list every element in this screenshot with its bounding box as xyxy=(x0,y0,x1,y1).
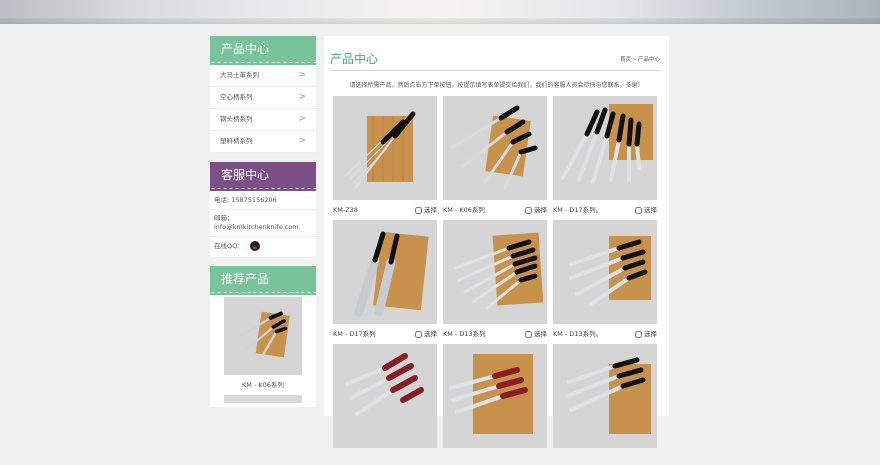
product-name[interactable]: KM - K06系列 xyxy=(443,203,485,217)
select-checkbox[interactable]: 选择 xyxy=(525,327,547,341)
top-banner xyxy=(0,0,880,24)
product-image[interactable] xyxy=(553,220,657,324)
email-label: 邮箱： xyxy=(214,214,234,222)
product-name[interactable]: KM - D13系列 xyxy=(443,327,486,341)
customer-service-title: 客服中心 xyxy=(210,162,316,191)
product-card: KM - D17系列。 选择 xyxy=(553,96,657,217)
page-title: 产品中心 xyxy=(330,52,379,66)
select-label: 选择 xyxy=(644,206,657,214)
category-label: 塑料柄系列 xyxy=(220,137,253,145)
select-checkbox[interactable]: 选择 xyxy=(415,203,437,217)
product-category-box: 产品中心 大马士革系列 > 空心柄系列 > 钢头柄系列 > 塑料柄系列 > xyxy=(210,36,316,153)
select-checkbox[interactable]: 选择 xyxy=(635,203,657,217)
qq-label: 在线QQ： xyxy=(214,242,244,250)
product-image[interactable] xyxy=(443,344,547,448)
email-info: 邮箱： info@kmkitchenknife.com xyxy=(210,210,316,237)
order-notice: 请选择所需产品，然后点右方下单按钮，按提示填写表单提交给我们，我们的客服人员会尽… xyxy=(349,82,644,89)
select-label: 选择 xyxy=(534,206,547,214)
category-label: 大马士革系列 xyxy=(220,71,259,79)
select-checkbox-input[interactable] xyxy=(415,206,422,214)
recommend-title: 推荐产品 xyxy=(210,266,316,295)
product-name[interactable]: KM-Z38 xyxy=(333,203,358,217)
category-item-damascus[interactable]: 大马士革系列 > xyxy=(210,65,316,87)
select-checkbox[interactable]: 选择 xyxy=(525,203,547,217)
select-checkbox[interactable]: 选择 xyxy=(415,327,437,341)
category-item-hollow-handle[interactable]: 空心柄系列 > xyxy=(210,87,316,109)
product-card: KM - D17系列 选择 xyxy=(333,220,437,341)
product-card: KM-Z38 选择 xyxy=(333,96,437,217)
email-address[interactable]: info@kmkitchenknife.com xyxy=(214,223,312,232)
chevron-right-icon: > xyxy=(298,114,306,124)
product-image[interactable] xyxy=(333,344,437,448)
chevron-right-icon: > xyxy=(298,70,306,80)
select-checkbox-input[interactable] xyxy=(635,330,642,338)
main-content: 产品中心 首页 » 产品中心 请选择所需产品，然后点右方下单按钮，按提示填写表单… xyxy=(324,36,669,448)
select-checkbox-input[interactable] xyxy=(525,206,532,214)
product-name[interactable]: KM - D17系列。 xyxy=(553,203,602,217)
product-category-title: 产品中心 xyxy=(210,36,316,65)
chevron-right-icon: > xyxy=(298,92,306,102)
product-image[interactable] xyxy=(553,96,657,200)
product-image[interactable] xyxy=(443,96,547,200)
recommend-product-image[interactable] xyxy=(224,297,302,375)
product-image[interactable] xyxy=(333,96,437,200)
select-label: 选择 xyxy=(644,330,657,338)
category-label: 空心柄系列 xyxy=(220,93,253,101)
product-image[interactable] xyxy=(553,344,657,448)
product-name[interactable]: KM - D17系列 xyxy=(333,327,376,341)
select-checkbox[interactable]: 选择 xyxy=(635,327,657,341)
recommend-product-caption[interactable]: KM - K06系列 xyxy=(210,379,316,389)
customer-service-box: 客服中心 电话: 15875156206 邮箱： info@kmkitchenk… xyxy=(210,162,316,257)
qq-info: 在线QQ： xyxy=(210,237,316,255)
select-checkbox-input[interactable] xyxy=(525,330,532,338)
select-label: 选择 xyxy=(424,206,437,214)
recommend-box: 推荐产品 KM - K06系列 xyxy=(210,266,316,407)
product-card: KM - D13系列 选择 xyxy=(443,220,547,341)
title-divider xyxy=(330,70,661,71)
category-item-plastic-handle[interactable]: 塑料柄系列 > xyxy=(210,131,316,153)
product-image[interactable] xyxy=(443,220,547,324)
select-checkbox-input[interactable] xyxy=(635,206,642,214)
product-card: KM - D13系列。 选择 xyxy=(553,220,657,341)
product-name[interactable]: KM - D13系列。 xyxy=(553,327,602,341)
category-list: 大马士革系列 > 空心柄系列 > 钢头柄系列 > 塑料柄系列 > xyxy=(210,62,316,153)
product-image[interactable] xyxy=(333,220,437,324)
breadcrumb[interactable]: 首页 » 产品中心 xyxy=(620,55,660,63)
select-label: 选择 xyxy=(534,330,547,338)
select-checkbox-input[interactable] xyxy=(415,330,422,338)
chevron-right-icon: > xyxy=(298,136,306,146)
category-label: 钢头柄系列 xyxy=(220,115,253,123)
recommend-next-image xyxy=(224,395,302,403)
select-label: 选择 xyxy=(424,330,437,338)
category-item-steel-head[interactable]: 钢头柄系列 > xyxy=(210,109,316,131)
product-card: KM - K06系列 选择 xyxy=(443,96,547,217)
sidebar: 产品中心 大马士革系列 > 空心柄系列 > 钢头柄系列 > 塑料柄系列 > 客服中心 电… xyxy=(210,36,316,416)
phone-info: 电话: 15875156206 xyxy=(210,192,316,210)
qq-icon[interactable] xyxy=(249,241,260,251)
